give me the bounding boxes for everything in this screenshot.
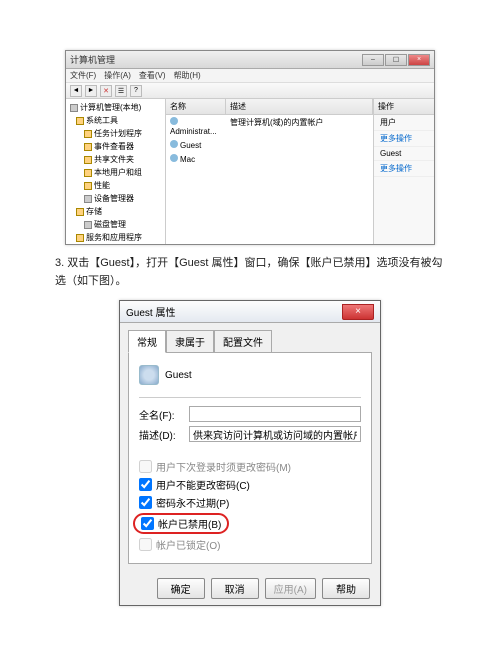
refresh-icon[interactable]: ✕ [100,85,112,97]
description-label: 描述(D): [139,427,185,442]
actions-item[interactable]: 用户 [374,115,434,131]
tree-item[interactable]: 本地用户和组 [68,166,163,179]
actions-header: 操作 [374,99,434,115]
tree-item[interactable]: 任务计划程序 [68,127,163,140]
titlebar[interactable]: 计算机管理 – ☐ × [66,51,434,69]
checkbox-label: 用户下次登录时须更改密码(M) [156,459,291,474]
folder-icon [84,169,92,177]
list-row[interactable]: Mac [166,152,373,166]
folder-icon [84,182,92,190]
ok-button[interactable]: 确定 [157,578,205,599]
dialog-titlebar[interactable]: Guest 属性 × [120,301,380,323]
user-icon [170,154,178,162]
tree-panel[interactable]: 计算机管理(本地)系统工具任务计划程序事件查看器共享文件夹本地用户和组性能设备管… [66,99,166,244]
checkbox [139,538,152,551]
tree-item[interactable]: 计算机管理(本地) [68,101,163,114]
tab-memberof[interactable]: 隶属于 [166,330,214,353]
folder-icon [76,234,84,242]
list-header: 名称 描述 [166,99,373,115]
user-icon [170,117,178,125]
checkbox[interactable] [139,478,152,491]
folder-icon [84,195,92,203]
tree-item[interactable]: 共享文件夹 [68,153,163,166]
menu-help[interactable]: 帮助(H) [174,70,201,81]
help-button[interactable]: 帮助 [322,578,370,599]
cancel-button[interactable]: 取消 [211,578,259,599]
tree-item[interactable]: 性能 [68,179,163,192]
apply-button[interactable]: 应用(A) [265,578,316,599]
tab-general[interactable]: 常规 [128,330,166,353]
checkbox-row[interactable]: 用户不能更改密码(C) [139,477,361,492]
description-input[interactable] [189,426,361,442]
folder-icon [84,143,92,151]
forward-icon[interactable]: ► [85,85,97,97]
tab-profile[interactable]: 配置文件 [214,330,272,353]
actions-item[interactable]: 更多操作 [374,131,434,147]
guest-properties-dialog: Guest 属性 × 常规 隶属于 配置文件 Guest 全名(F): 描述(D… [119,300,381,606]
col-desc[interactable]: 描述 [226,99,373,114]
checkbox-label: 用户不能更改密码(C) [156,477,250,492]
checkbox[interactable] [139,496,152,509]
menu-file[interactable]: 文件(F) [70,70,96,81]
window-title: 计算机管理 [70,53,115,66]
toolbar: ◄ ► ✕ ☰ ? [66,83,434,99]
folder-icon [76,117,84,125]
maximize-button[interactable]: ☐ [385,54,407,66]
checkbox-row: 用户下次登录时须更改密码(M) [139,459,361,474]
list-row[interactable]: Administrat...管理计算机(域)的内置帐户 [166,115,373,138]
list-panel[interactable]: 名称 描述 Administrat...管理计算机(域)的内置帐户GuestMa… [166,99,374,244]
close-button[interactable]: × [342,304,374,320]
checkbox-row[interactable]: 帐户已禁用(B) [139,513,361,534]
col-name[interactable]: 名称 [166,99,226,114]
folder-icon [84,221,92,229]
actions-item[interactable]: Guest [374,147,434,161]
back-icon[interactable]: ◄ [70,85,82,97]
tree-item[interactable]: 事件查看器 [68,140,163,153]
tab-body: Guest 全名(F): 描述(D): 用户下次登录时须更改密码(M) 用户不能更… [128,352,372,564]
checkbox-row: 帐户已锁定(O) [139,537,361,552]
folder-icon [84,156,92,164]
menu-view[interactable]: 查看(V) [139,70,166,81]
checkbox-label: 密码永不过期(P) [156,495,229,510]
checkbox [139,460,152,473]
user-icon [139,365,159,385]
minimize-button[interactable]: – [362,54,384,66]
tree-item[interactable]: 设备管理器 [68,192,163,205]
list-row[interactable]: Guest [166,138,373,152]
fullname-input[interactable] [189,406,361,422]
button-row: 确定 取消 应用(A) 帮助 [120,572,380,605]
menu-action[interactable]: 操作(A) [104,70,131,81]
fullname-label: 全名(F): [139,407,185,422]
checkbox-label: 帐户已禁用(B) [158,516,221,531]
menubar: 文件(F) 操作(A) 查看(V) 帮助(H) [66,69,434,83]
checkbox-label: 帐户已锁定(O) [156,537,220,552]
folder-icon [70,104,78,112]
checkbox-row[interactable]: 密码永不过期(P) [139,495,361,510]
actions-panel: 操作 用户 更多操作 Guest 更多操作 [374,99,434,244]
tree-item[interactable]: 磁盘管理 [68,218,163,231]
folder-icon [84,130,92,138]
dialog-title: Guest 属性 [126,304,175,319]
checkbox[interactable] [141,517,154,530]
tree-item[interactable]: 存储 [68,205,163,218]
options-icon[interactable]: ☰ [115,85,127,97]
tree-item[interactable]: 服务和应用程序 [68,231,163,244]
close-button[interactable]: × [408,54,430,66]
tree-item[interactable]: 系统工具 [68,114,163,127]
instruction-text: 3. 双击【Guest】，打开【Guest 属性】窗口，确保【账户已禁用】选项没… [55,255,445,290]
help-icon[interactable]: ? [130,85,142,97]
username-label: Guest [165,370,192,381]
folder-icon [76,208,84,216]
computer-management-window: 计算机管理 – ☐ × 文件(F) 操作(A) 查看(V) 帮助(H) ◄ ► … [65,50,435,245]
user-icon [170,140,178,148]
highlighted-option: 帐户已禁用(B) [133,513,229,534]
actions-item[interactable]: 更多操作 [374,161,434,177]
tab-bar: 常规 隶属于 配置文件 [120,323,380,352]
